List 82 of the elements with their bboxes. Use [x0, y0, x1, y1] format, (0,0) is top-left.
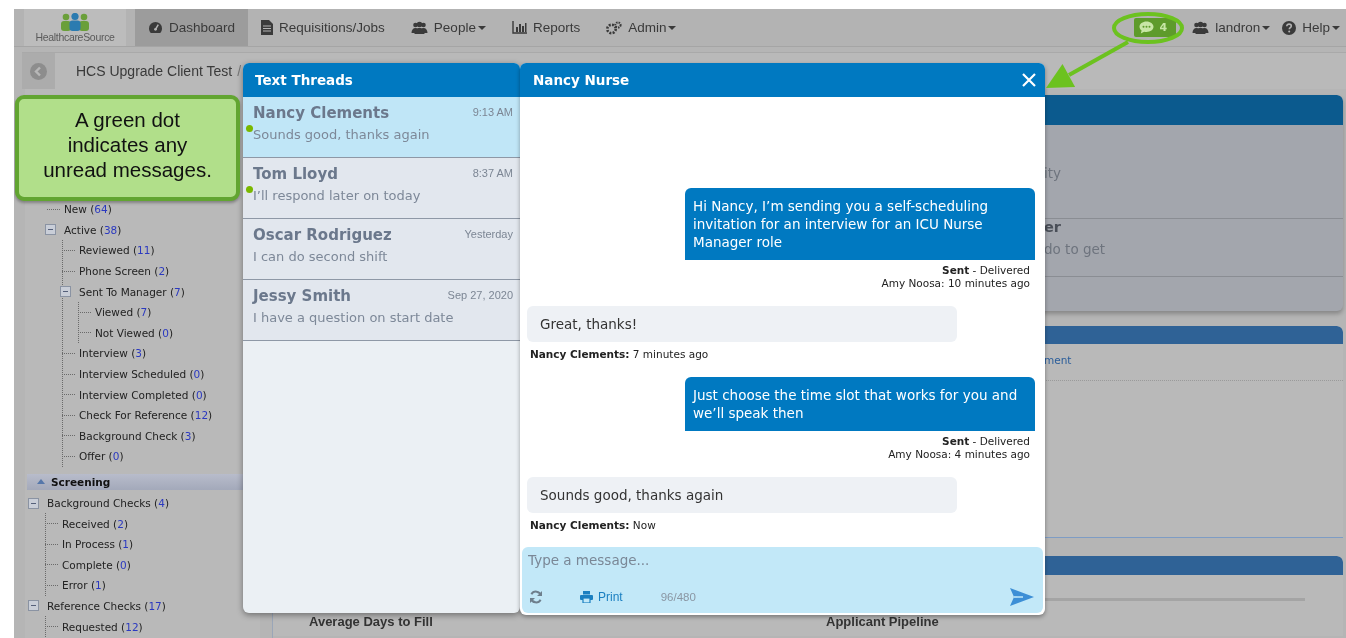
- people-icon: [410, 21, 428, 34]
- tree-item[interactable]: Active (38): [62, 223, 122, 236]
- message-time: 8:37 AM: [472, 167, 513, 179]
- tree-item[interactable]: New (64): [62, 203, 112, 216]
- message-bubble: Sounds good, thanks again: [527, 477, 957, 513]
- message-meta: Amy Noosa: 4 minutes ago: [888, 448, 1030, 461]
- refresh-button[interactable]: [528, 589, 544, 605]
- message-preview: I have a question on start date: [253, 310, 455, 325]
- tree-item[interactable]: Background Checks (4): [45, 497, 169, 509]
- panel-link[interactable]: ment: [1044, 354, 1072, 366]
- nav-item[interactable]: Reports: [498, 9, 594, 46]
- collapse-icon[interactable]: [28, 600, 39, 612]
- tree-item[interactable]: Check For Reference (12): [77, 409, 213, 422]
- message-preview: I can do second shift: [253, 249, 389, 264]
- breadcrumb-link[interactable]: HCS Upgrade Client Test: [76, 63, 233, 79]
- tree-item[interactable]: Sent To Manager (7): [77, 285, 185, 298]
- callout-note: A green dot indicates any unread messages.: [15, 95, 240, 201]
- gauge-icon: [148, 21, 163, 34]
- panel-title: Text Threads: [243, 63, 520, 97]
- tree-item[interactable]: Interview Completed (0): [77, 388, 207, 401]
- message-bubble: Just choose the time slot that works for you and we’ll speak then: [685, 377, 1035, 431]
- message-time: Sep 27, 2020: [447, 289, 513, 301]
- tree-item[interactable]: Reference Checks (17): [45, 600, 166, 612]
- highlight-ellipse: [1112, 12, 1184, 44]
- contact-name: Tom Lloyd: [253, 165, 338, 184]
- contact-name: Jessy Smith: [253, 287, 352, 306]
- contact-name: Oscar Rodriguez: [253, 226, 392, 245]
- tree-item[interactable]: Reviewed (11): [77, 244, 155, 257]
- thread-item[interactable]: Tom Lloyd 8:37 AM I’ll respond later on today: [243, 158, 520, 219]
- thread-item[interactable]: Oscar Rodriguez Yesterday I can do second shift: [243, 219, 520, 280]
- tree-item[interactable]: Error (1): [60, 579, 106, 592]
- tree-item[interactable]: Phone Screen (2): [77, 265, 170, 278]
- tree-item[interactable]: Offer (0): [77, 450, 124, 463]
- logo-text: HealthcareSource: [35, 30, 115, 43]
- message-preview: Sounds good, thanks again: [253, 127, 431, 142]
- message-time: Yesterday: [464, 228, 513, 240]
- delivery-status: Sent - Delivered: [942, 264, 1030, 277]
- nav-item[interactable]: Admin: [593, 9, 690, 46]
- close-button[interactable]: [1021, 72, 1037, 88]
- tree-item[interactable]: Viewed (7): [93, 306, 152, 319]
- tree-item[interactable]: Interview Scheduled (0): [77, 368, 205, 381]
- help-menu[interactable]: Help: [1276, 20, 1346, 35]
- tree-item[interactable]: Not Viewed (0): [93, 326, 173, 339]
- thread-item[interactable]: Jessy Smith Sep 27, 2020 I have a question on start date: [243, 280, 520, 341]
- chart-title: Applicant Pipeline: [826, 614, 940, 629]
- message-meta: Amy Noosa: 10 minutes ago: [881, 277, 1030, 290]
- chat-icon: [1138, 21, 1154, 34]
- printer-icon: [580, 591, 593, 603]
- nav-item[interactable]: Requisitions/Jobs: [248, 9, 398, 46]
- gears-icon: [606, 20, 623, 35]
- tree-item[interactable]: Received (2): [60, 517, 128, 530]
- collapse-icon[interactable]: [45, 224, 56, 236]
- message-bubble: Great, thanks!: [527, 306, 957, 342]
- message-meta: Nancy Clements: Now: [530, 519, 656, 532]
- tree-item[interactable]: Requested (12): [60, 620, 143, 633]
- people-icon: [1192, 21, 1210, 34]
- document-icon: [261, 20, 274, 35]
- nav-item[interactable]: People: [397, 9, 499, 46]
- tree-item[interactable]: In Process (1): [60, 538, 134, 551]
- nav-item[interactable]: Dashboard: [135, 9, 249, 46]
- message-time: 9:13 AM: [472, 106, 513, 118]
- chart-title: Average Days to Fill: [309, 614, 434, 629]
- user-menu[interactable]: landron: [1186, 20, 1277, 35]
- contact-name: Nancy Clements: [253, 104, 390, 123]
- tree-item[interactable]: Interview (3): [77, 347, 147, 360]
- breadcrumb-separator: /: [237, 63, 242, 79]
- tree-item[interactable]: Complete (0): [60, 558, 131, 571]
- message-bubble: Hi Nancy, I’m sending you a self-scheduling invitation for an interview for an ICU Nurse Manager role: [685, 188, 1035, 260]
- collapse-icon[interactable]: [60, 286, 71, 298]
- send-button[interactable]: [1010, 588, 1034, 606]
- bar-chart-icon: [511, 21, 527, 34]
- tree-item[interactable]: Background Check (3): [77, 429, 196, 442]
- collapse-icon[interactable]: [28, 497, 39, 509]
- message-preview: I’ll respond later on today: [253, 188, 422, 203]
- character-count: 96/480: [660, 591, 696, 603]
- panel-heading: er: [1044, 219, 1062, 235]
- delivery-status: Sent - Delivered: [942, 435, 1030, 448]
- message-field[interactable]: Type a message...: [522, 547, 1043, 573]
- help-icon: [1282, 20, 1297, 35]
- message-meta: Nancy Clements: 7 minutes ago: [530, 348, 709, 361]
- section-header[interactable]: Screening: [27, 473, 243, 490]
- chat-title: Nancy Nurse: [533, 72, 630, 88]
